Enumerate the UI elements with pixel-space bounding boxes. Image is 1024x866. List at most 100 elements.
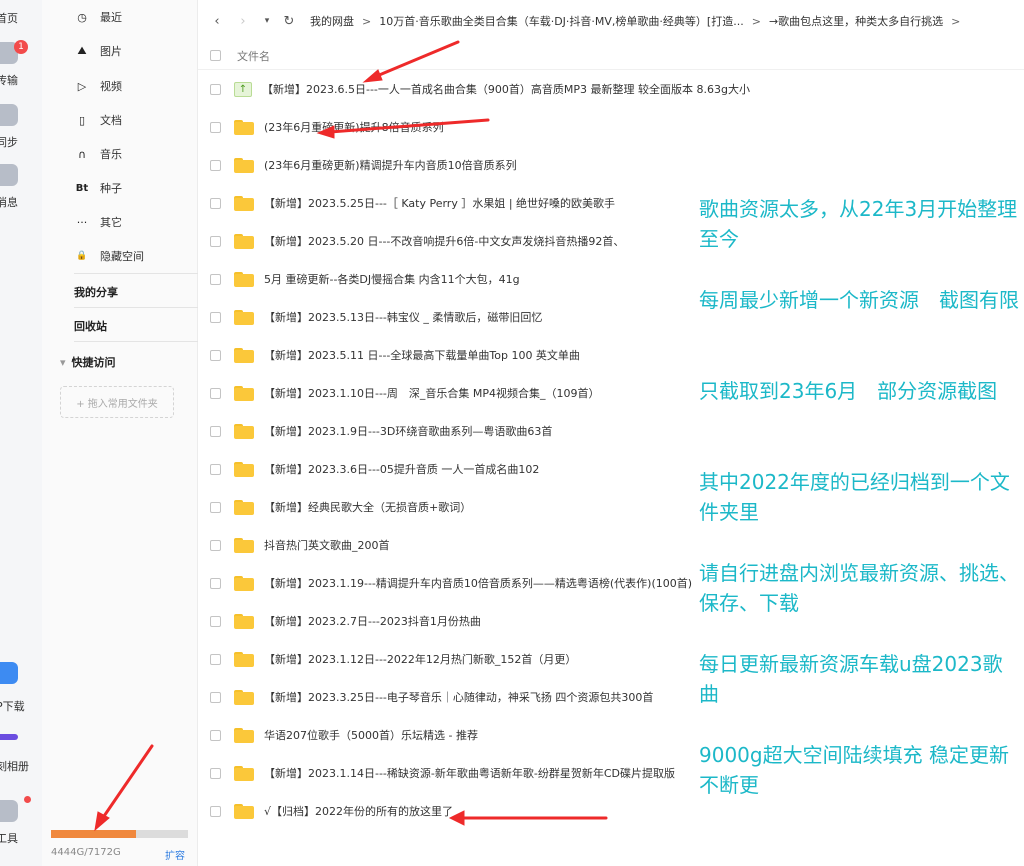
history-dropdown-icon[interactable]: ▾ [256, 16, 278, 26]
folder-icon [234, 423, 254, 439]
sidebar-item-music[interactable]: ∩ 音乐 [74, 143, 184, 165]
file-name[interactable]: 【新增】2023.3.6日---05提升音质 一人一首成名曲102 [264, 461, 539, 477]
sidebar-item-label: 文档 [100, 114, 122, 127]
breadcrumb-item[interactable]: →歌曲包点这里，种类太多自行挑选 [769, 13, 943, 29]
file-name[interactable]: 【新增】2023.6.5日---一人一首成名曲合集（900首）高音质MP3 最新… [262, 81, 750, 97]
document-icon: ▯ [78, 113, 86, 127]
file-name[interactable]: 【新增】2023.5.25日---［ Katy Perry ］水果姐 | 绝世好… [264, 195, 615, 211]
file-name[interactable]: 【新增】2023.5.11 日---全球最高下载量单曲Top 100 英文单曲 [264, 347, 580, 363]
play-icon: ▷ [77, 79, 87, 93]
sidebar-item-torrent[interactable]: Bt 种子 [74, 177, 184, 199]
quick-access-toggle[interactable]: ▾ 快捷访问 [60, 354, 116, 370]
file-name[interactable]: 5月 重磅更新--各类DJ慢摇合集 内含11个大包，41g [264, 271, 520, 287]
file-row[interactable]: (23年6月重磅更新)精调提升车内音质10倍音质系列 [198, 146, 1024, 184]
breadcrumb-item[interactable]: 10万首·音乐歌曲全类目合集（车载·DJ·抖音·MV,榜单歌曲·经典等）[打造.… [379, 13, 744, 29]
download-app-icon [0, 662, 18, 684]
sidebar-item-label: 隐藏空间 [100, 250, 144, 263]
file-name[interactable]: 【新增】2023.1.10日---周 深_音乐合集 MP4视频合集_（109首） [264, 385, 600, 401]
row-checkbox[interactable] [210, 577, 221, 589]
row-checkbox[interactable] [210, 653, 221, 665]
annotation-text: 只截取到23年6月 部分资源截图 [699, 379, 998, 403]
breadcrumb-item[interactable]: 我的网盘 [310, 13, 354, 29]
forward-button[interactable]: › [232, 14, 254, 29]
file-name[interactable]: 【新增】经典民歌大全（无损音质+歌词） [264, 499, 471, 515]
sidebar-item-label: 种子 [100, 182, 122, 195]
file-name[interactable]: 【新增】2023.1.14日---稀缺资源-新年歌曲粤语新年歌-纷群星贺新年CD… [264, 765, 675, 781]
file-name[interactable]: 【新增】2023.1.9日---3D环绕音歌曲系列—粤语歌曲63首 [264, 423, 552, 439]
bt-icon: Bt [75, 182, 89, 194]
file-name[interactable]: 【新增】2023.5.20 日---不改音响提升6倍-中文女声发烧抖音热播92首… [264, 233, 624, 249]
headphones-icon: ∩ [77, 147, 87, 161]
file-name[interactable]: 【新增】2023.2.7日---2023抖音1月份热曲 [264, 613, 481, 629]
row-checkbox[interactable] [210, 805, 221, 817]
storage-usage-text: 4444G/7172G [51, 847, 121, 858]
select-all-checkbox[interactable] [210, 50, 221, 61]
folder-icon [234, 195, 254, 211]
upload-file-icon: ↑ [234, 81, 252, 97]
file-name[interactable]: 抖音热门英文歌曲_200首 [264, 537, 390, 553]
sidebar-item-video[interactable]: ▷ 视频 [74, 75, 184, 97]
breadcrumb: 我的网盘 > 10万首·音乐歌曲全类目合集（车载·DJ·抖音·MV,榜单歌曲·经… [310, 13, 968, 29]
sidebar-item-recent[interactable]: ◷ 最近 [74, 6, 184, 28]
refresh-button[interactable]: ↻ [278, 14, 300, 29]
row-checkbox[interactable] [210, 349, 221, 361]
row-checkbox[interactable] [210, 463, 221, 475]
folder-icon [234, 803, 254, 819]
file-name[interactable]: 【新增】2023.1.12日---2022年12月热门新歌_152首（月更） [264, 651, 576, 667]
file-row[interactable]: 【新增】2023.5.11 日---全球最高下载量单曲Top 100 英文单曲 [198, 336, 1024, 374]
file-row[interactable]: ↑ 【新增】2023.6.5日---一人一首成名曲合集（900首）高音质MP3 最… [198, 70, 1024, 108]
add-common-folder-dropzone[interactable]: + 拖入常用文件夹 [60, 386, 174, 418]
tools-dot [24, 796, 31, 803]
divider [74, 273, 206, 274]
file-name[interactable]: 华语207位歌手（5000首）乐坛精选 - 推荐 [264, 727, 478, 743]
file-row[interactable]: 【新增】2023.1.9日---3D环绕音歌曲系列—粤语歌曲63首 [198, 412, 1024, 450]
row-checkbox[interactable] [210, 387, 221, 399]
row-checkbox[interactable] [210, 501, 221, 513]
row-checkbox[interactable] [210, 159, 221, 171]
file-name[interactable]: (23年6月重磅更新)精调提升车内音质10倍音质系列 [264, 157, 517, 173]
file-name[interactable]: 【新增】2023.5.13日---韩宝仪 _ 柔情歌后，磁带旧回忆 [264, 309, 542, 325]
row-checkbox[interactable] [210, 273, 221, 285]
annotation-text: 歌曲资源太多，从22年3月开始整理至今 [699, 197, 1018, 251]
sidebar-item-hidden-space[interactable]: 🔒 隐藏空间 [74, 245, 184, 267]
file-name[interactable]: 【新增】2023.1.19---精调提升车内音质10倍音质系列——精选粤语榜(代… [264, 575, 692, 591]
sidebar-item-other[interactable]: ··· 其它 [74, 211, 184, 233]
annotation-text: 其中2022年度的已经归档到一个文件夹里 [699, 470, 1010, 524]
back-button[interactable]: ‹ [206, 14, 228, 29]
row-checkbox[interactable] [210, 539, 221, 551]
row-checkbox[interactable] [210, 767, 221, 779]
row-checkbox[interactable] [210, 121, 221, 133]
file-name[interactable]: (23年6月重磅更新)提升8倍音质系列 [264, 119, 444, 135]
divider [74, 341, 206, 342]
rail-messages-label: 消息 [0, 196, 18, 209]
column-header-filename[interactable]: 文件名 [237, 48, 270, 64]
row-checkbox[interactable] [210, 729, 221, 741]
breadcrumb-separator: > [751, 14, 761, 28]
rail-download-label: P下载 [0, 700, 25, 713]
sidebar-item-images[interactable]: ⛰ 图片 [74, 40, 184, 62]
row-checkbox[interactable] [210, 311, 221, 323]
row-checkbox[interactable] [210, 691, 221, 703]
breadcrumb-separator: > [362, 14, 372, 28]
file-name[interactable]: √【归档】2022年份的所有的放这里了 [264, 803, 453, 819]
annotation-text: 9000g超大空间陆续填充 稳定更新不断更 [699, 743, 1009, 797]
messages-icon [0, 164, 18, 186]
lock-icon: 🔒 [76, 251, 88, 261]
my-share-link[interactable]: 我的分享 [74, 284, 118, 300]
row-checkbox[interactable] [210, 235, 221, 247]
folder-icon [234, 385, 254, 401]
recycle-bin-link[interactable]: 回收站 [74, 318, 107, 334]
album-icon [0, 734, 18, 740]
folder-icon [234, 271, 254, 287]
row-checkbox[interactable] [210, 83, 221, 95]
row-checkbox[interactable] [210, 615, 221, 627]
file-name[interactable]: 【新增】2023.3.25日---电子琴音乐｜心随律动，神采飞扬 四个资源包共3… [264, 689, 653, 705]
rail-transfer-label: 传输 [0, 74, 18, 87]
row-checkbox[interactable] [210, 197, 221, 209]
file-row[interactable]: (23年6月重磅更新)提升8倍音质系列 [198, 108, 1024, 146]
folder-icon [234, 727, 254, 743]
row-checkbox[interactable] [210, 425, 221, 437]
expand-storage-link[interactable]: 扩容 [165, 847, 185, 862]
divider [74, 307, 206, 308]
sidebar-item-docs[interactable]: ▯ 文档 [74, 109, 184, 131]
